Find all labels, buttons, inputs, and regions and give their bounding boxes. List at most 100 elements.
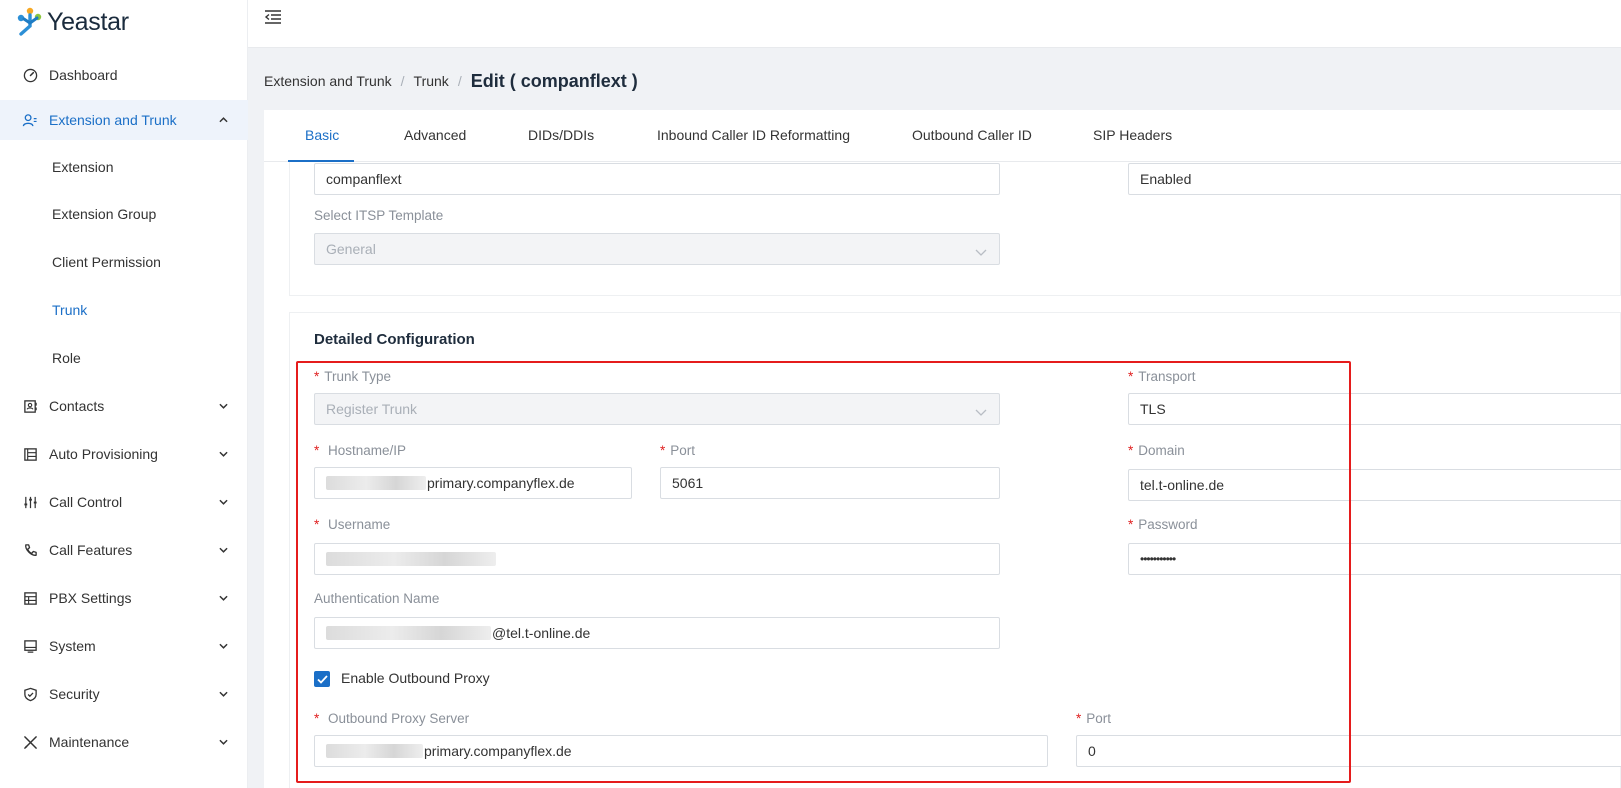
sidebar: Yeastar Dashboard Extension and Trunk Ex… — [0, 0, 248, 788]
trunk-status-value: Enabled — [1140, 171, 1192, 187]
breadcrumb-separator: / — [457, 73, 462, 89]
detailed-configuration-section: Detailed Configuration * Trunk Type Regis… — [289, 312, 1621, 788]
port-label: * Port — [660, 443, 695, 458]
sidebar-item-label: Call Control — [49, 494, 123, 510]
top-bar — [248, 0, 1621, 48]
sidebar-subitem-label: Extension — [52, 159, 114, 175]
sidebar-item-auto-provisioning[interactable]: Auto Provisioning — [0, 434, 248, 474]
breadcrumb-trunk[interactable]: Trunk — [414, 73, 449, 89]
breadcrumb-separator: / — [400, 73, 405, 89]
sidebar-subitem-label: Trunk — [52, 302, 88, 318]
tab-advanced[interactable]: Advanced — [404, 127, 466, 143]
sidebar-item-maintenance[interactable]: Maintenance — [0, 722, 248, 762]
transport-label: * Transport — [1128, 369, 1196, 384]
breadcrumb-extension-and-trunk[interactable]: Extension and Trunk — [264, 73, 392, 89]
sidebar-subitem-client-permission[interactable]: Client Permission — [0, 242, 248, 282]
sidebar-item-pbx-settings[interactable]: PBX Settings — [0, 578, 248, 618]
password-input[interactable]: ••••••••••• — [1128, 543, 1621, 575]
shield-icon — [22, 686, 38, 702]
checkmark-icon — [316, 674, 328, 684]
password-value: ••••••••••• — [1140, 552, 1176, 566]
required-marker: * — [1128, 443, 1134, 458]
required-marker: * — [314, 369, 320, 384]
breadcrumb: Extension and Trunk / Trunk / Edit ( com… — [264, 68, 638, 94]
transport-label-text: Transport — [1138, 369, 1196, 384]
yeastar-logo[interactable]: Yeastar — [15, 4, 129, 40]
username-input[interactable] — [314, 543, 1000, 575]
phone-icon — [22, 542, 38, 558]
trunk-type-value: Register Trunk — [326, 401, 418, 417]
sidebar-item-label: Call Features — [49, 542, 133, 558]
sidebar-item-label: Maintenance — [49, 734, 130, 750]
proxy-server-label: * Outbound Proxy Server — [314, 711, 469, 726]
page-title: Edit ( companflext ) — [470, 70, 638, 91]
sidebar-item-label: System — [49, 638, 96, 654]
port-value: 5061 — [672, 475, 704, 491]
trunk-status-select[interactable]: Enabled — [1128, 163, 1621, 195]
transport-select[interactable]: TLS — [1128, 393, 1621, 425]
chevron-up-icon — [218, 115, 228, 125]
sidebar-item-label: Extension and Trunk — [49, 112, 177, 128]
redacted-value — [326, 626, 491, 640]
trunk-type-label: * Trunk Type — [314, 369, 391, 384]
tab-outbound-caller-id[interactable]: Outbound Caller ID — [912, 127, 1032, 143]
port-input[interactable]: 5061 — [660, 467, 1000, 499]
domain-value: tel.t-online.de — [1140, 477, 1225, 493]
tab-inbound-caller-id-reformatting[interactable]: Inbound Caller ID Reformatting — [657, 127, 850, 143]
collapse-menu-icon[interactable] — [264, 9, 282, 25]
auth-name-input[interactable]: @tel.t-online.de — [314, 617, 1000, 649]
proxy-port-label: * Port — [1076, 711, 1111, 726]
proxy-port-value: 0 — [1088, 743, 1096, 759]
proxy-port-label-text: Port — [1086, 711, 1112, 726]
redacted-value — [326, 476, 426, 490]
chevron-down-icon — [218, 737, 228, 747]
tab-basic[interactable]: Basic — [305, 127, 339, 143]
username-label-text: Username — [328, 517, 391, 532]
trunk-name-input[interactable]: companflext — [314, 163, 1000, 195]
chevron-down-icon — [975, 244, 987, 256]
proxy-server-value: primary.companyflex.de — [424, 743, 572, 759]
sidebar-subitem-extension[interactable]: Extension — [0, 147, 248, 187]
tab-bar: Basic Advanced DIDs/DDIs Inbound Caller … — [264, 110, 1621, 162]
trunk-type-label-text: Trunk Type — [324, 369, 392, 384]
sidebar-item-system[interactable]: System — [0, 626, 248, 666]
section-title: Detailed Configuration — [314, 331, 475, 348]
auth-name-value: @tel.t-online.de — [492, 625, 591, 641]
transport-value: TLS — [1140, 401, 1166, 417]
tab-dids-ddis[interactable]: DIDs/DDIs — [528, 127, 594, 143]
sidebar-subitem-role[interactable]: Role — [0, 338, 248, 378]
sidebar-subitem-extension-group[interactable]: Extension Group — [0, 194, 248, 234]
brand-name: Yeastar — [47, 7, 129, 36]
sidebar-item-label: Auto Provisioning — [49, 446, 158, 462]
required-marker: * — [314, 443, 320, 458]
sidebar-item-label: Security — [49, 686, 100, 702]
domain-label: * Domain — [1128, 443, 1185, 458]
port-label-text: Port — [670, 443, 696, 458]
enable-outbound-proxy-checkbox[interactable] — [314, 671, 330, 687]
sidebar-item-dashboard[interactable]: Dashboard — [0, 55, 248, 95]
sidebar-item-contacts[interactable]: Contacts — [0, 386, 248, 426]
required-marker: * — [314, 517, 320, 532]
auth-name-label: Authentication Name — [314, 591, 440, 606]
sidebar-item-call-control[interactable]: Call Control — [0, 482, 248, 522]
settings-grid-icon — [22, 590, 38, 606]
chevron-down-icon — [218, 497, 228, 507]
sidebar-subitem-trunk[interactable]: Trunk — [0, 290, 248, 330]
proxy-port-input[interactable]: 0 — [1076, 735, 1621, 767]
tab-sip-headers[interactable]: SIP Headers — [1093, 127, 1172, 143]
domain-input[interactable]: tel.t-online.de — [1128, 469, 1621, 501]
proxy-server-input[interactable]: primary.companyflex.de — [314, 735, 1048, 767]
sidebar-item-extension-and-trunk[interactable]: Extension and Trunk — [0, 100, 248, 140]
password-label: * Password — [1128, 517, 1198, 532]
trunk-type-select: Register Trunk — [314, 393, 1000, 425]
password-label-text: Password — [1138, 517, 1198, 532]
basic-settings-section: companflext Enabled Select ITSP Template… — [289, 162, 1621, 296]
required-marker: * — [660, 443, 666, 458]
sidebar-item-call-features[interactable]: Call Features — [0, 530, 248, 570]
hostname-input[interactable]: primary.companyflex.de — [314, 467, 632, 499]
sidebar-item-security[interactable]: Security — [0, 674, 248, 714]
chevron-down-icon — [218, 401, 228, 411]
enable-outbound-proxy-label[interactable]: Enable Outbound Proxy — [341, 670, 490, 686]
sidebar-subitem-label: Client Permission — [52, 254, 161, 270]
contacts-icon — [22, 398, 38, 414]
